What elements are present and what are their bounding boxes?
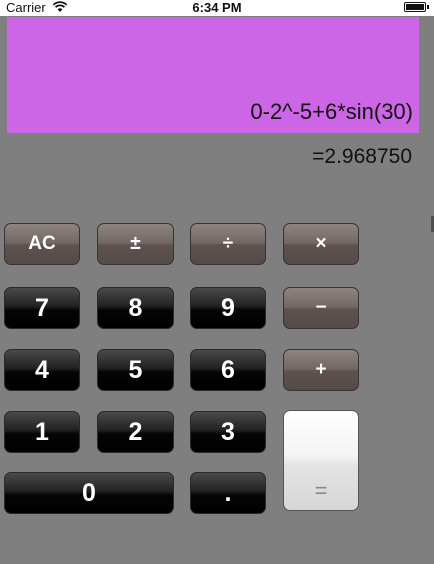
- digit-6-button[interactable]: 6: [190, 349, 266, 391]
- result-text: =2.968750: [312, 145, 412, 168]
- digit-9-button[interactable]: 9: [190, 287, 266, 329]
- digit-4-button[interactable]: 4: [4, 349, 80, 391]
- minus-button[interactable]: −: [283, 287, 359, 329]
- battery-icon: [404, 2, 429, 12]
- plus-button[interactable]: +: [283, 349, 359, 391]
- divide-button[interactable]: ÷: [190, 223, 266, 265]
- digit-5-button[interactable]: 5: [97, 349, 174, 391]
- plus-minus-button[interactable]: ±: [97, 223, 174, 265]
- digit-8-button[interactable]: 8: [97, 287, 174, 329]
- decimal-point-button[interactable]: .: [190, 472, 266, 514]
- digit-0-button[interactable]: 0: [4, 472, 174, 514]
- multiply-button[interactable]: ×: [283, 223, 359, 265]
- expression-display: 0-2^-5+6*sin(30): [7, 17, 419, 133]
- status-time: 6:34 PM: [192, 0, 242, 15]
- all-clear-button[interactable]: AC: [4, 223, 80, 265]
- digit-7-button[interactable]: 7: [4, 287, 80, 329]
- expression-text: 0-2^-5+6*sin(30): [250, 99, 413, 124]
- equals-button[interactable]: =: [283, 410, 359, 511]
- digit-2-button[interactable]: 2: [97, 411, 174, 453]
- digit-3-button[interactable]: 3: [190, 411, 266, 453]
- digit-1-button[interactable]: 1: [4, 411, 80, 453]
- status-bar: Carrier 6:34 PM: [0, 0, 434, 16]
